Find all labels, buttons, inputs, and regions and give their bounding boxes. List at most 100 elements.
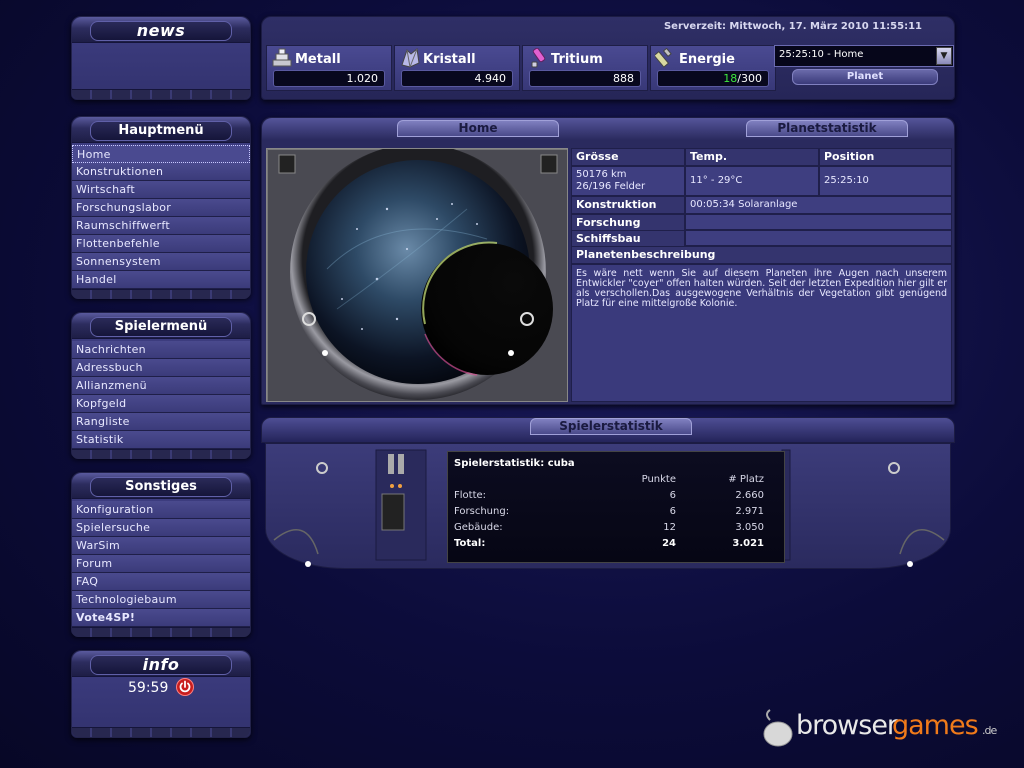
menu-item-statistik[interactable]: Statistik	[72, 431, 250, 449]
power-icon[interactable]	[176, 678, 194, 696]
menu-item-flottenbefehle[interactable]: Flottenbefehle	[72, 235, 250, 253]
menu-item-nachrichten[interactable]: Nachrichten	[72, 341, 250, 359]
kristall-value: 4.940	[401, 70, 513, 87]
schiffsbau-value	[685, 230, 952, 246]
menu-item-spielersuche[interactable]: Spielersuche	[72, 519, 250, 537]
planet-porthole	[266, 148, 568, 402]
menu-item-forschungslabor[interactable]: Forschungslabor	[72, 199, 250, 217]
menu-item-technologiebaum[interactable]: Technologiebaum	[72, 591, 250, 609]
menu-item-home[interactable]: Home	[72, 145, 250, 163]
planet-temp: 11° - 29°C	[685, 166, 819, 196]
resource-tritium: Tritium 888	[522, 45, 648, 91]
tritium-value: 888	[529, 70, 641, 87]
header-temp: Temp.	[685, 148, 819, 166]
logo-games: games	[892, 710, 979, 741]
tritium-icon	[527, 47, 549, 68]
menu-item-adressbuch[interactable]: Adressbuch	[72, 359, 250, 377]
main-menu-title: Hauptmenü	[90, 121, 232, 141]
player-menu: Nachrichten Adressbuch Allianzmenü Kopfg…	[72, 339, 250, 449]
player-stats-bar: Spielerstatistik	[261, 417, 955, 443]
menu-item-forum[interactable]: Forum	[72, 555, 250, 573]
session-timer: 59:59	[128, 680, 169, 696]
planet-select[interactable]: 25:25:10 - Home ▼	[774, 45, 954, 67]
total-points: 24	[662, 538, 676, 549]
tab-planetstatistik[interactable]: Planetstatistik	[746, 120, 908, 137]
menu-item-kopfgeld[interactable]: Kopfgeld	[72, 395, 250, 413]
server-time: Serverzeit: Mittwoch, 17. März 2010 11:5…	[663, 21, 922, 32]
menu-item-allianzmenu[interactable]: Allianzmenü	[72, 377, 250, 395]
planet-size-fields: 26/196 Felder	[576, 181, 646, 192]
misc-menu-header: Sonstiges	[72, 473, 250, 499]
planet-size: 50176 km 26/196 Felder	[571, 166, 685, 196]
player-menu-panel: Spielermenü Nachrichten Adressbuch Allia…	[71, 312, 251, 459]
header-size: Grösse	[571, 148, 685, 166]
planet-position: 25:25:10	[819, 166, 952, 196]
energy-icon	[653, 47, 677, 68]
info-footer	[72, 727, 250, 737]
table-row: Flotte: 6 2.660	[454, 490, 764, 504]
tab-spielerstatistik[interactable]: Spielerstatistik	[530, 418, 692, 435]
row-label: Gebäude:	[454, 522, 503, 533]
tab-home[interactable]: Home	[397, 120, 559, 137]
menu-item-faq[interactable]: FAQ	[72, 573, 250, 591]
menu-item-rangliste[interactable]: Rangliste	[72, 413, 250, 431]
player-stats-title: Spielerstatistik: cuba	[454, 458, 575, 469]
news-footer	[72, 89, 250, 99]
menu-item-konfiguration[interactable]: Konfiguration	[72, 501, 250, 519]
info-title: info	[90, 655, 232, 675]
energie-used: 18	[723, 72, 738, 85]
chevron-down-icon[interactable]: ▼	[936, 47, 952, 65]
menu-item-raumschiffwerft[interactable]: Raumschiffwerft	[72, 217, 250, 235]
news-content	[72, 43, 250, 89]
planet-select-value: 25:25:10 - Home	[779, 49, 864, 60]
crystal-icon	[399, 48, 421, 68]
planet-size-km: 50176 km	[576, 169, 627, 180]
menu-item-handel[interactable]: Handel	[72, 271, 250, 289]
metal-icon	[271, 48, 293, 68]
forschung-value	[685, 214, 952, 230]
planet-button[interactable]: Planet	[792, 69, 938, 85]
row-label: Flotte:	[454, 490, 487, 501]
menu-item-sonnensystem[interactable]: Sonnensystem	[72, 253, 250, 271]
player-stats-panel: Spielerstatistik Spielerstatistik: cuba …	[261, 417, 955, 577]
misc-menu-title: Sonstiges	[90, 477, 232, 497]
player-menu-header: Spielermenü	[72, 313, 250, 339]
tritium-label: Tritium	[551, 52, 603, 67]
energie-value: 18/300	[657, 70, 769, 87]
home-panel: Home Planetstatistik Grösse Temp. Positi…	[261, 117, 955, 405]
row-label: Forschung:	[454, 506, 510, 517]
col-platz: # Platz	[728, 474, 764, 485]
main-menu-header: Hauptmenü	[72, 117, 250, 143]
info-header: info	[72, 651, 250, 677]
player-stats-table: Spielerstatistik: cuba Punkte # Platz Fl…	[447, 451, 785, 563]
description-header: Planetenbeschreibung	[571, 246, 952, 264]
menu-item-wirtschaft[interactable]: Wirtschaft	[72, 181, 250, 199]
resource-energie: Energie 18/300	[650, 45, 776, 91]
header-position: Position	[819, 148, 952, 166]
news-header: news	[72, 17, 250, 43]
browsergames-logo: browser games .de	[760, 706, 1020, 756]
menu-item-konstruktionen[interactable]: Konstruktionen	[72, 163, 250, 181]
news-panel: news	[71, 16, 251, 100]
planet-description: Es wäre nett wenn Sie auf diesem Planete…	[571, 264, 952, 402]
menu-item-warsim[interactable]: WarSim	[72, 537, 250, 555]
menu-item-vote4sp[interactable]: Vote4SP!	[72, 609, 250, 627]
news-title: news	[90, 21, 232, 41]
total-label: Total:	[454, 538, 486, 549]
player-menu-footer	[72, 449, 250, 459]
info-panel: info 59:59	[71, 650, 251, 738]
konstruktion-label: Konstruktion	[571, 196, 685, 214]
row-points: 6	[669, 506, 676, 517]
row-points: 6	[669, 490, 676, 501]
energie-total: /300	[737, 72, 762, 85]
col-punkte: Punkte	[641, 474, 676, 485]
resource-metall: Metall 1.020	[266, 45, 392, 91]
resource-bar: Serverzeit: Mittwoch, 17. März 2010 11:5…	[261, 16, 955, 100]
table-row: Forschung: 6 2.971	[454, 506, 764, 520]
metall-value: 1.020	[273, 70, 385, 87]
misc-menu: Konfiguration Spielersuche WarSim Forum …	[72, 499, 250, 627]
misc-menu-footer	[72, 627, 250, 637]
konstruktion-value[interactable]: 00:05:34 Solaranlage	[685, 196, 952, 214]
row-rank: 2.971	[735, 506, 764, 517]
resource-kristall: Kristall 4.940	[394, 45, 520, 91]
